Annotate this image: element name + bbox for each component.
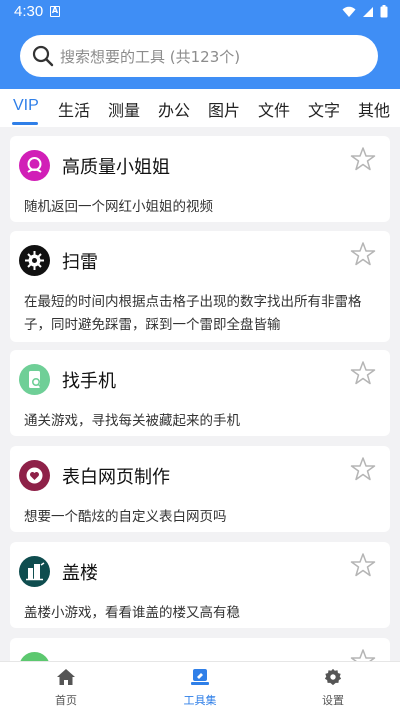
toolbox-icon bbox=[191, 669, 209, 685]
building-icon bbox=[19, 556, 50, 587]
tool-card[interactable]: 盖楼 盖楼小游戏，看看谁盖的楼又高有稳 bbox=[10, 542, 390, 628]
favorite-star-icon[interactable] bbox=[350, 360, 376, 386]
card-title: 表白网页制作 bbox=[62, 467, 170, 488]
heart-icon bbox=[19, 460, 50, 491]
gear-icon bbox=[324, 668, 342, 686]
tool-card[interactable] bbox=[10, 638, 390, 661]
card-description: 随机返回一个网红小姐姐的视频 bbox=[24, 199, 213, 215]
nav-toolbox-label: 工具集 bbox=[183, 694, 217, 707]
bottom-navigation: 首页 工具集 设置 bbox=[0, 661, 400, 711]
tab-vip[interactable]: VIP bbox=[13, 97, 39, 115]
tool-card[interactable]: 高质量小姐姐 随机返回一个网红小姐姐的视频 bbox=[10, 136, 390, 222]
tool-list: 高质量小姐姐 随机返回一个网红小姐姐的视频 扫雷 在最短的时间内根据点击格子出现… bbox=[0, 127, 400, 661]
card-title: 扫雷 bbox=[62, 252, 98, 273]
home-icon bbox=[57, 669, 75, 685]
status-bar: 4:30 A bbox=[0, 0, 400, 24]
nav-home-label: 首页 bbox=[55, 694, 77, 707]
signal-icon bbox=[363, 6, 373, 17]
nav-home[interactable]: 首页 bbox=[26, 668, 106, 708]
tool-card[interactable]: 找手机 通关游戏，寻找每关被藏起来的手机 bbox=[10, 350, 390, 436]
active-tab-indicator bbox=[12, 122, 38, 125]
category-tabs: VIP 生活 测量 办公 图片 文件 文字 其他 bbox=[0, 89, 400, 127]
card-description: 通关游戏，寻找每关被藏起来的手机 bbox=[24, 413, 240, 429]
card-description: 盖楼小游戏，看看谁盖的楼又高有稳 bbox=[24, 605, 240, 621]
nav-settings[interactable]: 设置 bbox=[293, 668, 373, 708]
tab-text[interactable]: 文字 bbox=[308, 97, 340, 121]
nav-toolbox[interactable]: 工具集 bbox=[160, 668, 240, 708]
wifi-icon bbox=[342, 6, 356, 17]
favorite-star-icon[interactable] bbox=[350, 146, 376, 172]
search-placeholder: 搜索想要的工具 (共123个) bbox=[60, 48, 241, 66]
tool-card[interactable]: 扫雷 在最短的时间内根据点击格子出现的数字找出所有非雷格子，同时避免踩雷，踩到一… bbox=[10, 231, 390, 342]
card-description: 在最短的时间内根据点击格子出现的数字找出所有非雷格子，同时避免踩雷，踩到一个雷即… bbox=[24, 294, 362, 333]
app-header: 4:30 A 搜索想要的工具 (共123个) bbox=[0, 0, 400, 89]
girl-icon bbox=[19, 150, 50, 181]
tab-file[interactable]: 文件 bbox=[258, 97, 290, 121]
card-title: 盖楼 bbox=[62, 563, 98, 584]
nav-settings-label: 设置 bbox=[322, 694, 344, 707]
card-title: 高质量小姐姐 bbox=[62, 157, 170, 178]
tab-life[interactable]: 生活 bbox=[58, 97, 90, 121]
favorite-star-icon[interactable] bbox=[350, 241, 376, 267]
phone-search-icon bbox=[19, 364, 50, 395]
search-input[interactable]: 搜索想要的工具 (共123个) bbox=[20, 35, 378, 77]
tab-office[interactable]: 办公 bbox=[158, 97, 190, 121]
notification-a-icon: A bbox=[50, 6, 60, 17]
favorite-star-icon[interactable] bbox=[350, 456, 376, 482]
battery-icon bbox=[380, 5, 388, 18]
tool-card[interactable]: 表白网页制作 想要一个酷炫的自定义表白网页吗 bbox=[10, 446, 390, 532]
mine-icon bbox=[19, 245, 50, 276]
partial-icon bbox=[19, 652, 50, 661]
favorite-star-icon[interactable] bbox=[350, 552, 376, 578]
search-icon bbox=[32, 45, 54, 67]
tab-other[interactable]: 其他 bbox=[358, 97, 390, 121]
status-time: 4:30 bbox=[14, 3, 44, 20]
tab-image[interactable]: 图片 bbox=[208, 97, 240, 121]
favorite-star-icon[interactable] bbox=[350, 648, 376, 661]
card-title: 找手机 bbox=[62, 371, 116, 392]
tab-measure[interactable]: 测量 bbox=[108, 97, 140, 121]
card-description: 想要一个酷炫的自定义表白网页吗 bbox=[24, 509, 227, 525]
